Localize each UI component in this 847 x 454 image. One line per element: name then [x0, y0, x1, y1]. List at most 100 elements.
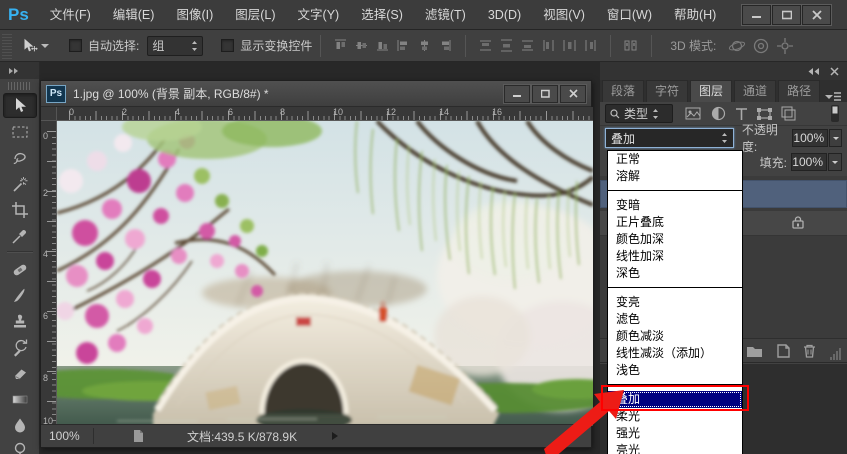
- blend-option-color-burn[interactable]: 颜色加深: [608, 231, 742, 248]
- align-horizontal-centers-icon[interactable]: [417, 38, 432, 53]
- tool-eyedropper[interactable]: [3, 223, 37, 248]
- blend-option-normal[interactable]: 正常: [608, 151, 742, 168]
- blend-option-dissolve[interactable]: 溶解: [608, 168, 742, 185]
- align-vertical-centers-icon[interactable]: [354, 38, 369, 53]
- panel-resize-grip[interactable]: [828, 347, 842, 360]
- blend-mode-select[interactable]: 叠加: [605, 128, 734, 148]
- align-bottom-edges-icon[interactable]: [375, 38, 390, 53]
- filter-adjustment-layers-icon[interactable]: [711, 106, 726, 121]
- fill-value[interactable]: 100%: [791, 153, 827, 171]
- tool-lasso[interactable]: [3, 145, 37, 170]
- filtering-toggle-icon[interactable]: [831, 105, 839, 122]
- close-icon: [568, 89, 578, 98]
- filter-pixel-layers-icon[interactable]: [685, 106, 702, 121]
- opacity-value[interactable]: 100%: [792, 129, 829, 147]
- status-menu-arrow-icon[interactable]: [331, 431, 339, 441]
- blend-option-darken[interactable]: 变暗: [608, 197, 742, 214]
- auto-select-checkbox[interactable]: [69, 39, 82, 52]
- blend-option-linear-burn[interactable]: 线性加深: [608, 248, 742, 265]
- blend-option-color-dodge[interactable]: 颜色减淡: [608, 328, 742, 345]
- delete-layer-button[interactable]: [802, 343, 817, 359]
- filter-shape-layers-icon[interactable]: [757, 107, 772, 121]
- maximize-button[interactable]: [771, 3, 802, 26]
- tool-magic-wand[interactable]: [3, 171, 37, 196]
- tool-brush[interactable]: [3, 282, 37, 307]
- doc-restore-button[interactable]: [531, 83, 559, 104]
- status-page-icon[interactable]: [132, 429, 145, 443]
- options-bar-grip[interactable]: [2, 32, 12, 59]
- auto-align-layers-icon[interactable]: [623, 38, 639, 53]
- canvas[interactable]: [57, 121, 593, 426]
- distribute-vertical-centers-icon[interactable]: [499, 38, 514, 53]
- panel-menu-button[interactable]: [825, 92, 841, 102]
- menu-filter[interactable]: 滤镜(T): [414, 0, 477, 30]
- menu-select[interactable]: 选择(S): [350, 0, 414, 30]
- tab-paths[interactable]: 路径: [778, 80, 821, 102]
- menu-image[interactable]: 图像(I): [165, 0, 224, 30]
- menu-help[interactable]: 帮助(H): [663, 0, 727, 30]
- distribute-horizontal-centers-icon[interactable]: [562, 38, 577, 53]
- tool-preset-caret-icon: [41, 43, 49, 52]
- menu-view[interactable]: 视图(V): [532, 0, 596, 30]
- show-transform-checkbox[interactable]: [221, 39, 235, 52]
- menu-3d[interactable]: 3D(D): [477, 0, 532, 30]
- tool-history-brush[interactable]: [3, 334, 37, 359]
- document-title-bar[interactable]: Ps 1.jpg @ 100% (背景 副本, RGB/8#) *: [41, 81, 591, 107]
- align-left-edges-icon[interactable]: [396, 38, 411, 53]
- tool-dodge[interactable]: [3, 438, 37, 454]
- blend-option-multiply[interactable]: 正片叠底: [608, 214, 742, 231]
- close-button[interactable]: [801, 3, 832, 26]
- doc-minimize-button[interactable]: [503, 83, 531, 104]
- tab-paragraph[interactable]: 段落: [602, 80, 645, 102]
- filter-smart-objects-icon[interactable]: [781, 106, 796, 121]
- minimize-icon: [512, 95, 521, 97]
- tool-eraser[interactable]: [3, 360, 37, 385]
- tool-gradient[interactable]: [3, 386, 37, 411]
- collapse-panels-icon[interactable]: [807, 67, 820, 76]
- distribute-right-edges-icon[interactable]: [583, 38, 598, 53]
- ruler-horizontal[interactable]: 0 2 4 6 8 10 12 14 16: [57, 107, 593, 121]
- new-group-button[interactable]: [746, 344, 763, 358]
- ruler-label: 0: [69, 107, 75, 117]
- tab-layers[interactable]: 图层: [690, 80, 733, 102]
- 3d-orbit-icon[interactable]: [728, 37, 746, 55]
- menu-type[interactable]: 文字(Y): [287, 0, 351, 30]
- blend-option-linear-dodge[interactable]: 线性减淡（添加）: [608, 345, 742, 362]
- align-top-edges-icon[interactable]: [333, 38, 348, 53]
- toolbox-header[interactable]: [0, 62, 39, 79]
- tab-character[interactable]: 字符: [646, 80, 689, 102]
- tool-crop[interactable]: [3, 197, 37, 222]
- menu-edit[interactable]: 编辑(E): [102, 0, 166, 30]
- 3d-pan-icon[interactable]: [776, 37, 794, 55]
- blend-option-screen[interactable]: 滤色: [608, 311, 742, 328]
- menu-layer[interactable]: 图层(L): [224, 0, 286, 30]
- filter-type-layers-icon[interactable]: [735, 107, 748, 121]
- blend-option-lighten[interactable]: 变亮: [608, 294, 742, 311]
- new-layer-button[interactable]: [776, 343, 791, 359]
- close-panel-icon[interactable]: [830, 66, 839, 76]
- distribute-top-edges-icon[interactable]: [478, 38, 493, 53]
- menu-file[interactable]: 文件(F): [39, 0, 102, 30]
- tab-channels[interactable]: 通道: [734, 80, 777, 102]
- 3d-roll-icon[interactable]: [752, 37, 770, 55]
- tool-spot-healing-brush[interactable]: [3, 256, 37, 281]
- opacity-dropdown-button[interactable]: [829, 129, 842, 147]
- tool-rectangular-marquee[interactable]: [3, 119, 37, 144]
- align-right-edges-icon[interactable]: [438, 38, 453, 53]
- menu-window[interactable]: 窗口(W): [596, 0, 663, 30]
- blend-option-lighter-color[interactable]: 浅色: [608, 362, 742, 379]
- current-tool-chip[interactable]: [20, 37, 49, 55]
- filter-type-select[interactable]: 类型: [605, 104, 673, 123]
- distribute-left-edges-icon[interactable]: [541, 38, 556, 53]
- fill-dropdown-button[interactable]: [828, 153, 842, 171]
- tool-clone-stamp[interactable]: [3, 308, 37, 333]
- blend-option-darker-color[interactable]: 深色: [608, 265, 742, 282]
- tool-move[interactable]: [2, 93, 37, 118]
- doc-close-button[interactable]: [559, 83, 587, 104]
- auto-select-target-select[interactable]: 组: [147, 35, 204, 56]
- ruler-vertical[interactable]: 0 2 4 6 8 10: [41, 121, 57, 426]
- tool-blur[interactable]: [3, 412, 37, 437]
- zoom-level-field[interactable]: 100%: [46, 428, 94, 444]
- minimize-button[interactable]: [741, 3, 772, 26]
- distribute-bottom-edges-icon[interactable]: [520, 38, 535, 53]
